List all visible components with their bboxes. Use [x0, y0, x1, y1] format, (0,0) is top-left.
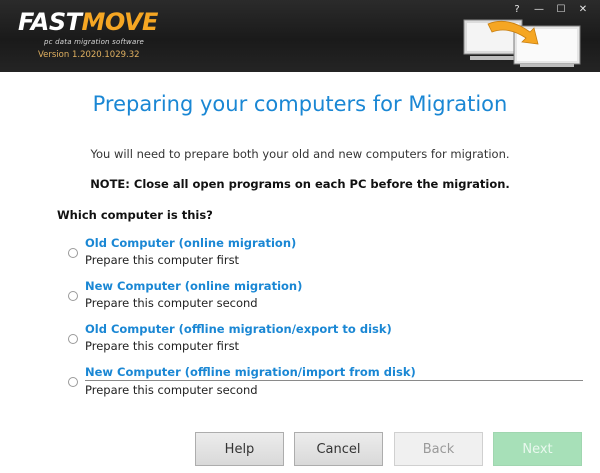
option-description: Prepare this computer second	[85, 296, 258, 310]
option-old-offline[interactable]: Old Computer (offline migration/export t…	[68, 322, 588, 365]
page-title: Preparing your computers for Migration	[92, 92, 508, 116]
option-title: Old Computer (online migration)	[85, 236, 297, 250]
logo-move: MOVE	[81, 8, 159, 36]
option-title: Old Computer (offline migration/export t…	[85, 322, 392, 336]
computers-migration-graphic	[463, 19, 581, 67]
computer-options: Old Computer (online migration) Prepare …	[68, 236, 588, 408]
option-old-online[interactable]: Old Computer (online migration) Prepare …	[68, 236, 588, 279]
computer-question: Which computer is this?	[57, 208, 213, 222]
close-button[interactable]: ✕	[572, 2, 594, 16]
maximize-button[interactable]: ☐	[550, 2, 572, 16]
help-button[interactable]: Help	[195, 432, 284, 466]
version-label: Version 1.2020.1029.32	[38, 50, 140, 60]
page-note: NOTE: Close all open programs on each PC…	[90, 177, 510, 191]
help-window-button[interactable]: ?	[506, 2, 528, 16]
option-title: New Computer (online migration)	[85, 279, 303, 293]
minimize-button[interactable]: —	[528, 2, 550, 16]
app-header: FASTMOVE pc data migration software Vers…	[0, 0, 600, 72]
option-title: New Computer (offline migration/import f…	[85, 365, 583, 381]
cancel-button[interactable]: Cancel	[294, 432, 383, 466]
next-button[interactable]: Next	[493, 432, 582, 466]
fastmove-logo: FASTMOVE	[18, 8, 158, 36]
option-description: Prepare this computer second	[85, 383, 258, 397]
option-description: Prepare this computer first	[85, 339, 240, 353]
radio-button[interactable]	[68, 377, 78, 387]
logo-tagline: pc data migration software	[44, 38, 145, 46]
radio-button[interactable]	[68, 248, 78, 258]
option-new-online[interactable]: New Computer (online migration) Prepare …	[68, 279, 588, 322]
page-subtitle: You will need to prepare both your old a…	[90, 147, 510, 161]
radio-button[interactable]	[68, 334, 78, 344]
radio-button[interactable]	[68, 291, 78, 301]
logo-fast: FAST	[18, 8, 82, 36]
window-controls: ? — ☐ ✕	[506, 2, 594, 16]
back-button[interactable]: Back	[394, 432, 483, 466]
option-description: Prepare this computer first	[85, 253, 240, 267]
option-new-offline[interactable]: New Computer (offline migration/import f…	[68, 365, 588, 408]
